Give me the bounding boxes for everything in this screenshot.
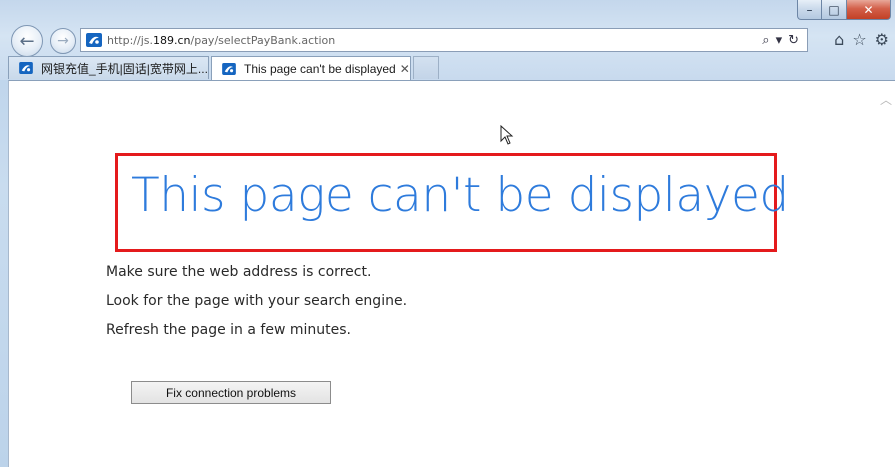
favorites-icon[interactable]: ☆ xyxy=(852,30,866,49)
site-favicon-icon xyxy=(85,32,103,48)
tab-error-page[interactable]: This page can't be displayed ✕ xyxy=(211,56,411,80)
vertical-scrollbar[interactable]: ︿ xyxy=(877,81,895,467)
page-content: ︿ This page can't be displayed Make sure… xyxy=(8,80,895,467)
search-icon[interactable]: ⌕ xyxy=(762,33,769,48)
fix-connection-button[interactable]: Fix connection problems xyxy=(131,381,331,404)
url-host: 189.cn xyxy=(152,33,191,47)
toolbar-icons: ⌂ ☆ ⚙ xyxy=(834,30,889,49)
browser-chrome: – □ ✕ ← → http://js.189.cn/pay/selectPay… xyxy=(0,0,895,80)
tab-payment[interactable]: 网银充值_手机|固话|宽带网上... xyxy=(8,56,209,79)
mouse-cursor-icon xyxy=(500,124,514,149)
error-title: This page can't be displayed xyxy=(131,168,789,223)
address-tools: ⌕ ▾ ↻ xyxy=(762,33,807,48)
url-text[interactable]: http://js.189.cn/pay/selectPayBank.actio… xyxy=(107,34,762,47)
window-controls: – □ ✕ xyxy=(797,0,891,22)
forward-arrow-icon: → xyxy=(57,33,69,49)
tab-favicon-icon xyxy=(222,61,236,77)
back-arrow-icon: ← xyxy=(19,30,35,52)
url-path: /pay/selectPayBank.action xyxy=(190,33,336,47)
maximize-button[interactable]: □ xyxy=(822,0,847,20)
close-window-button[interactable]: ✕ xyxy=(847,0,891,20)
dropdown-icon[interactable]: ▾ xyxy=(776,33,783,48)
tools-gear-icon[interactable]: ⚙ xyxy=(875,30,889,49)
hint-search-engine: Look for the page with your search engin… xyxy=(106,293,408,309)
address-bar[interactable]: http://js.189.cn/pay/selectPayBank.actio… xyxy=(80,28,808,52)
url-prefix: http://js. xyxy=(107,33,153,47)
hint-refresh: Refresh the page in a few minutes. xyxy=(106,322,351,338)
refresh-icon[interactable]: ↻ xyxy=(788,33,799,48)
tab-label: This page can't be displayed xyxy=(244,61,396,76)
back-button[interactable]: ← xyxy=(11,25,43,57)
tab-favicon-icon xyxy=(19,60,33,76)
tab-label: 网银充值_手机|固话|宽带网上... xyxy=(41,61,208,76)
forward-button[interactable]: → xyxy=(50,28,76,54)
hint-check-address: Make sure the web address is correct. xyxy=(106,264,372,280)
new-tab-button[interactable] xyxy=(413,56,439,79)
tab-close-icon[interactable]: ✕ xyxy=(400,62,410,76)
scroll-up-icon[interactable]: ︿ xyxy=(880,91,892,108)
tab-strip: 网银充值_手机|固话|宽带网上... This page can't be di… xyxy=(8,56,439,80)
minimize-button[interactable]: – xyxy=(797,0,822,20)
home-icon[interactable]: ⌂ xyxy=(834,30,844,49)
